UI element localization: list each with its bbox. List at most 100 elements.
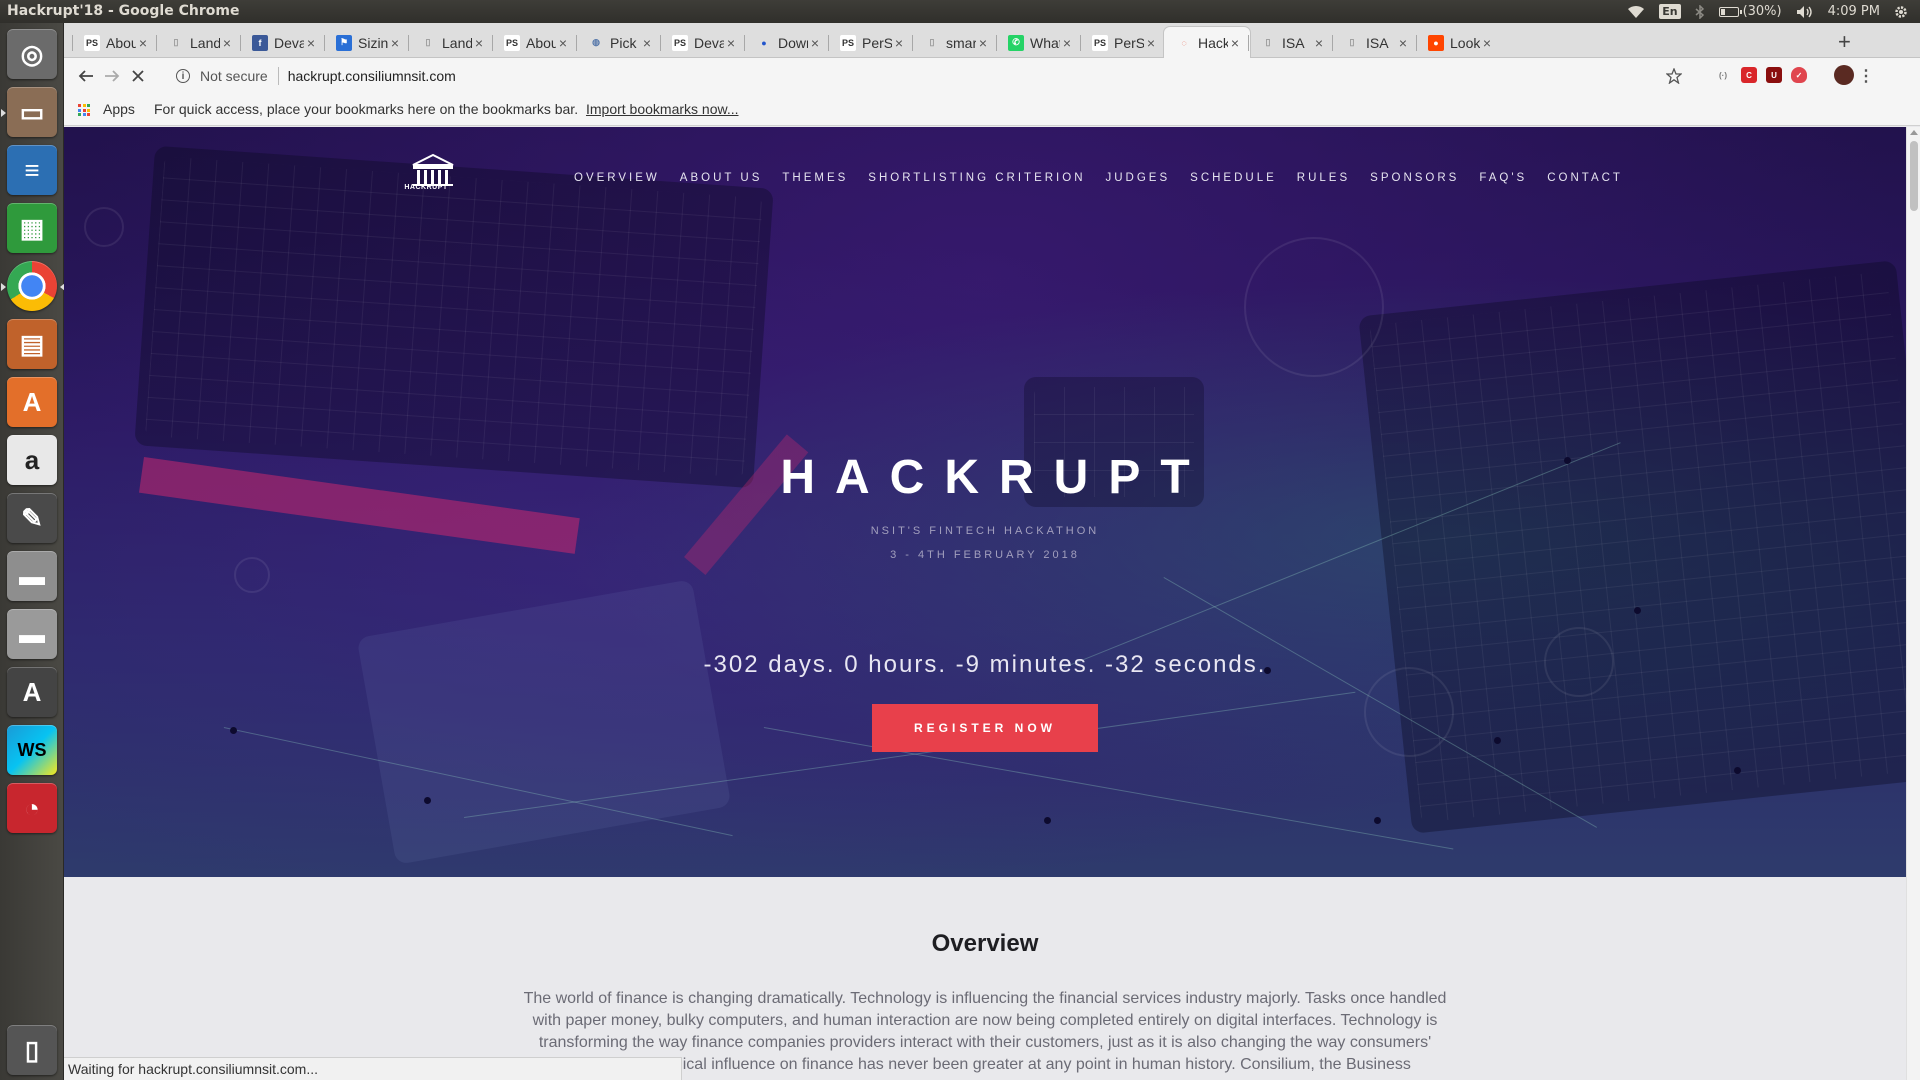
nav-overview[interactable]: OVERVIEW (574, 172, 660, 184)
profile-avatar[interactable] (1834, 65, 1854, 85)
hero-section: HACKRUPT OVERVIEW ABOUT US THEMES SHORTLIST… (64, 127, 1906, 877)
nav-contact[interactable]: CONTACT (1547, 172, 1623, 184)
nav-sponsors[interactable]: SPONSORS (1370, 172, 1459, 184)
tab-close-icon[interactable]: × (1480, 35, 1494, 51)
scrollbar-thumb[interactable] (1910, 141, 1918, 211)
trash-icon: ▯ (7, 1025, 57, 1075)
launcher-system-settings[interactable]: ✎ (5, 491, 59, 545)
back-arrow-icon[interactable] (74, 64, 98, 88)
software-updater-icon: A (7, 667, 57, 717)
bookmark-star-icon[interactable] (1662, 64, 1686, 88)
tab-close-icon[interactable]: × (640, 35, 654, 51)
tab-close-icon[interactable]: × (136, 35, 150, 51)
launcher-disk-drive[interactable]: ▬ (5, 549, 59, 603)
tab-close-icon[interactable]: × (808, 35, 822, 51)
tab[interactable]: ▯ Landi× (408, 27, 494, 58)
nav-about-us[interactable]: ABOUT US (680, 172, 763, 184)
launcher-ubuntu-dash[interactable]: ◎ (5, 27, 59, 81)
hackrupt-logo[interactable] (407, 151, 459, 199)
clock[interactable]: 4:09 PM (1828, 4, 1880, 19)
tab[interactable]: ⚑ Sizing× (324, 27, 410, 58)
launcher-software-updater[interactable]: A (5, 665, 59, 719)
tab[interactable]: ▯ Landi× (156, 27, 242, 58)
launcher-disk-drive-2[interactable]: ▬ (5, 607, 59, 661)
tab[interactable]: PS Abou × (72, 27, 158, 58)
tab-close-icon[interactable]: × (304, 35, 318, 51)
launcher-pdf-viewer[interactable]: ◔ (5, 781, 59, 835)
bluetooth-icon[interactable] (1695, 4, 1705, 19)
extension-codes-icon[interactable]: C (1741, 67, 1757, 83)
tab-close-icon[interactable]: × (976, 35, 990, 51)
chrome-menu-kebab-icon[interactable]: ⋮ (1854, 64, 1878, 88)
tab[interactable]: PS Abou × (492, 27, 578, 58)
tab-close-icon[interactable]: × (472, 35, 486, 51)
settings-gear-icon[interactable] (1894, 5, 1908, 19)
tab-title: ISA (1366, 34, 1389, 51)
new-tab-plus-icon[interactable]: + (1838, 29, 1851, 55)
wifi-icon[interactable] (1627, 5, 1645, 19)
import-bookmarks-link[interactable]: Import bookmarks now... (586, 101, 739, 117)
nav-shortlisting-criterion[interactable]: SHORTLISTING CRITERION (868, 172, 1085, 184)
tab[interactable]: PS PerSt× (1080, 27, 1166, 58)
tab[interactable]: ● Down× (744, 27, 830, 58)
launcher-webstorm[interactable]: WS (5, 723, 59, 777)
scroll-up-arrow-icon[interactable] (1910, 130, 1918, 135)
nav-judges[interactable]: JUDGES (1106, 172, 1171, 184)
tab[interactable]: ▯ smart× (912, 27, 998, 58)
tab-close-icon[interactable]: × (220, 35, 234, 51)
forward-arrow-icon[interactable] (100, 64, 124, 88)
tab[interactable]: ▯ ISA × (1248, 27, 1334, 58)
security-label[interactable]: Not secure (200, 68, 268, 84)
network-node (1044, 817, 1051, 824)
tab-close-icon[interactable]: × (388, 35, 402, 51)
tab-close-icon[interactable]: × (1060, 35, 1074, 51)
tab[interactable]: f Deva × (240, 27, 326, 58)
page-scrollbar[interactable] (1906, 127, 1920, 1080)
launcher-ubuntu-software[interactable]: A (5, 375, 59, 429)
tab-active[interactable]: ◌ Hackr× (1164, 27, 1250, 58)
extension-shield-icon[interactable]: ✓ (1791, 67, 1807, 83)
address-bar[interactable]: i Not secure hackrupt.consiliumnsit.com (176, 61, 1656, 91)
volume-icon[interactable] (1796, 5, 1814, 19)
info-icon[interactable]: i (176, 69, 190, 83)
tab[interactable]: PS Deva × (660, 27, 746, 58)
launcher-libreoffice-calc[interactable]: ▦ (5, 201, 59, 255)
tab[interactable]: ✆ What × (996, 27, 1082, 58)
launcher-google-chrome[interactable] (1, 259, 65, 313)
launcher-libreoffice-impress[interactable]: ▤ (5, 317, 59, 371)
battery-icon (1718, 6, 1742, 17)
logo-wordmark[interactable]: HACKRUPT (398, 184, 454, 191)
tab[interactable]: ◍ Pick a× (576, 27, 662, 58)
tab-close-icon[interactable]: × (1312, 35, 1326, 51)
launcher-amazon[interactable]: a (5, 433, 59, 487)
nav-schedule[interactable]: SCHEDULE (1190, 172, 1277, 184)
tab[interactable]: ● Look × (1416, 27, 1502, 58)
hero-date: 3 - 4TH FEBRUARY 2018 (890, 549, 1080, 561)
keyboard-layout-indicator[interactable]: En (1659, 4, 1681, 19)
tab-title: PerSt (1114, 34, 1144, 51)
doc-favicon-icon: ▯ (1349, 37, 1355, 47)
launcher-trash[interactable]: ▯ (5, 1023, 59, 1077)
tab-title: Down (778, 34, 808, 51)
launcher-files[interactable]: ▭ (1, 85, 59, 139)
tab-close-icon[interactable]: × (1144, 35, 1158, 51)
battery-indicator[interactable]: (30%) (1718, 4, 1782, 19)
register-now-button[interactable]: REGISTER NOW (872, 704, 1098, 752)
apps-shortcut[interactable]: Apps (103, 101, 135, 117)
tab-close-icon[interactable]: × (1396, 35, 1410, 51)
tab-close-icon[interactable]: × (1228, 35, 1242, 51)
stop-loading-icon[interactable] (126, 64, 150, 88)
launcher-libreoffice-writer[interactable]: ≡ (5, 143, 59, 197)
url-text[interactable]: hackrupt.consiliumnsit.com (288, 68, 456, 84)
nav-rules[interactable]: RULES (1297, 172, 1350, 184)
tab[interactable]: ▯ ISA × (1332, 27, 1418, 58)
tab-close-icon[interactable]: × (556, 35, 570, 51)
tab[interactable]: PS PerSt× (828, 27, 914, 58)
nav-themes[interactable]: THEMES (782, 172, 848, 184)
ublock-shield-icon[interactable]: U (1766, 67, 1782, 83)
nav-faq-s[interactable]: FAQ'S (1479, 172, 1527, 184)
tab-close-icon[interactable]: × (892, 35, 906, 51)
apps-grid-icon[interactable] (78, 104, 90, 116)
tab-close-icon[interactable]: × (724, 35, 738, 51)
extension-reader-icon[interactable]: (·) (1715, 67, 1731, 83)
